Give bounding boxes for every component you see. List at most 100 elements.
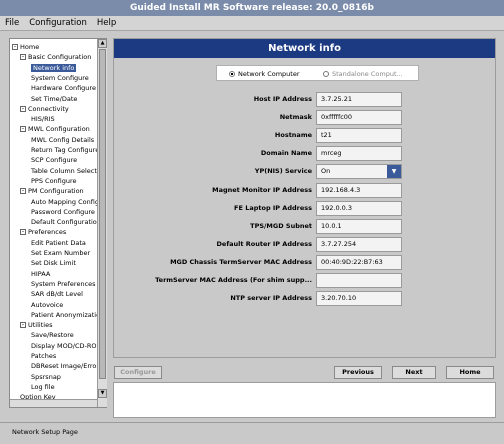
menu-configuration[interactable]: Configuration — [29, 18, 87, 28]
tree-item-label: SCP Configure — [31, 156, 78, 165]
tree-item[interactable]: Set Exam Number — [31, 248, 90, 258]
tree-item[interactable]: DBReset Image/Error — [31, 361, 97, 371]
menu-help[interactable]: Help — [97, 18, 116, 28]
tree-item-label: Display MOD/CD-ROM — [31, 341, 97, 350]
tree-item[interactable]: Default Configuration — [31, 217, 97, 227]
scroll-up-icon[interactable]: ▲ — [98, 39, 107, 48]
tree-item-label: Return Tag Configure — [31, 146, 97, 154]
scroll-thumb[interactable] — [99, 49, 106, 379]
field-input[interactable]: 10.0.1 — [316, 218, 402, 234]
menu-file[interactable]: File — [5, 18, 19, 28]
tree-item-label: Home — [20, 43, 40, 51]
status-bar: Network Setup Page — [0, 422, 504, 444]
tree-item[interactable]: Network info — [31, 63, 77, 73]
radio-standalone-computer[interactable]: Standalone Comput... — [323, 69, 403, 79]
radio-unselected-icon — [323, 71, 329, 77]
tree-item-label: PM Configuration — [28, 187, 84, 196]
field-label: TermServer MAC Address (For shim supp... — [155, 276, 312, 284]
tree-item-label: Save/Restore — [31, 331, 74, 340]
tree-item[interactable]: System Configure — [31, 73, 89, 83]
field-label: FE Laptop IP Address — [234, 203, 312, 212]
field-label: Hostname — [274, 131, 312, 140]
tree-item-label: Default Configuration — [31, 218, 97, 227]
field-input[interactable]: 3.7.27.254 — [316, 236, 402, 252]
tree-item[interactable]: Return Tag Configure — [31, 145, 97, 155]
tree-item[interactable]: - Utilities — [20, 320, 52, 330]
tree-horizontal-scrollbar[interactable] — [10, 399, 97, 407]
select-value: On — [321, 167, 331, 176]
page-title: Network info — [114, 39, 495, 58]
tree-item[interactable]: MWL Config Details — [31, 135, 94, 145]
scroll-down-icon[interactable]: ▼ — [98, 389, 107, 398]
collapse-icon[interactable]: - — [12, 44, 18, 50]
tree-item[interactable]: HIPAA — [31, 269, 50, 279]
tree-item[interactable]: Save/Restore — [31, 330, 74, 340]
tree-item[interactable]: SAR dB/dt Level — [31, 289, 83, 299]
tree-item[interactable]: Set Time/Date — [31, 94, 77, 104]
tree-item-label: System Configure — [31, 73, 89, 82]
tree-item[interactable]: - Home — [12, 42, 39, 52]
tree-item[interactable]: - Preferences — [20, 227, 66, 237]
navigation-tree: - Home - Basic Configuration Network info Sys… — [9, 38, 107, 408]
tree-item[interactable]: Set Disk Limit — [31, 258, 76, 268]
previous-button[interactable]: Previous — [334, 366, 382, 379]
tree-item-label: Spsrsnap — [31, 372, 61, 381]
tree-item[interactable]: Table Column Select — [31, 166, 97, 176]
field-input[interactable]: 192.168.4.3 — [316, 182, 402, 198]
tree-item[interactable]: Patches — [31, 351, 56, 361]
collapse-icon[interactable]: - — [20, 322, 26, 329]
tree-item-label: Patches — [31, 352, 57, 360]
field-input[interactable]: 00:40:9D:22:B7:63 — [316, 254, 402, 270]
tree-item[interactable]: System Preferences — [31, 279, 96, 289]
tree-item[interactable]: - Connectivity — [20, 104, 69, 114]
home-button[interactable]: Home — [446, 366, 494, 379]
configure-button[interactable]: Configure — [114, 366, 162, 379]
field-input[interactable]: 192.0.0.3 — [316, 200, 402, 216]
field-label: NTP server IP Address — [230, 294, 312, 303]
tree-item[interactable]: Auto Mapping Config — [31, 197, 97, 207]
chevron-down-icon[interactable]: ▼ — [387, 165, 401, 179]
field-input[interactable]: 3.20.70.10 — [316, 291, 402, 307]
tree-item-label: Connectivity — [28, 104, 69, 113]
tree-item[interactable]: - PM Configuration — [20, 186, 84, 196]
tree-item[interactable]: Edit Patient Data — [31, 238, 86, 248]
tree-item-label: Preferences — [28, 228, 67, 237]
tree-item[interactable]: HIS/RIS — [31, 114, 55, 124]
tree-item[interactable]: Password Configure — [31, 207, 95, 217]
yp-service-select[interactable]: On ▼ — [316, 164, 402, 180]
tree-item[interactable]: PPS Configure — [31, 176, 77, 186]
tree-item[interactable]: - Basic Configuration — [20, 52, 91, 62]
tree-item[interactable]: Display MOD/CD-ROM — [31, 341, 97, 351]
field-input[interactable]: t21 — [316, 128, 402, 144]
field-label: Default Router IP Address — [216, 239, 312, 248]
tree-item-label: Auto Mapping Config — [31, 197, 97, 206]
tree-item[interactable]: Log file — [31, 382, 55, 392]
tree-item-label: Set Disk Limit — [31, 259, 76, 268]
tree-item[interactable]: Autovoice — [31, 300, 63, 310]
collapse-icon[interactable]: - — [20, 229, 26, 236]
field-input[interactable]: 3.7.25.21 — [316, 92, 402, 107]
tree-item[interactable]: Spsrsnap — [31, 372, 61, 382]
message-area — [113, 382, 496, 418]
field-input[interactable]: 0xfffffc00 — [316, 110, 402, 126]
network-info-panel: Network info Network Computer Standalone… — [113, 38, 496, 358]
field-label: TPS/MGD Subnet — [250, 221, 312, 230]
tree-item[interactable]: - MWL Configuration — [20, 124, 90, 134]
tree-item[interactable]: Patient Anonymization — [31, 310, 97, 320]
next-button[interactable]: Next — [392, 366, 436, 379]
window-title: Guided Install MR Software release: 20.0… — [0, 0, 504, 16]
collapse-icon[interactable]: - — [20, 54, 26, 61]
collapse-icon[interactable]: - — [20, 188, 26, 195]
collapse-icon[interactable]: - — [20, 126, 26, 133]
tree-item[interactable]: Hardware Configure — [31, 83, 96, 93]
tree-item-label: MWL Config Details — [31, 135, 95, 144]
field-input[interactable] — [316, 273, 402, 288]
collapse-icon[interactable]: - — [20, 105, 26, 112]
tree-item-label: MWL Configuration — [28, 125, 90, 134]
tree-list: - Home - Basic Configuration Network info Sys… — [10, 39, 97, 407]
tree-item-label: Autovoice — [31, 300, 64, 309]
radio-network-computer[interactable]: Network Computer — [229, 69, 300, 79]
tree-vertical-scrollbar[interactable]: ▲ ▼ — [97, 39, 107, 407]
field-input[interactable]: mrceg — [316, 146, 402, 162]
tree-item[interactable]: SCP Configure — [31, 155, 77, 165]
